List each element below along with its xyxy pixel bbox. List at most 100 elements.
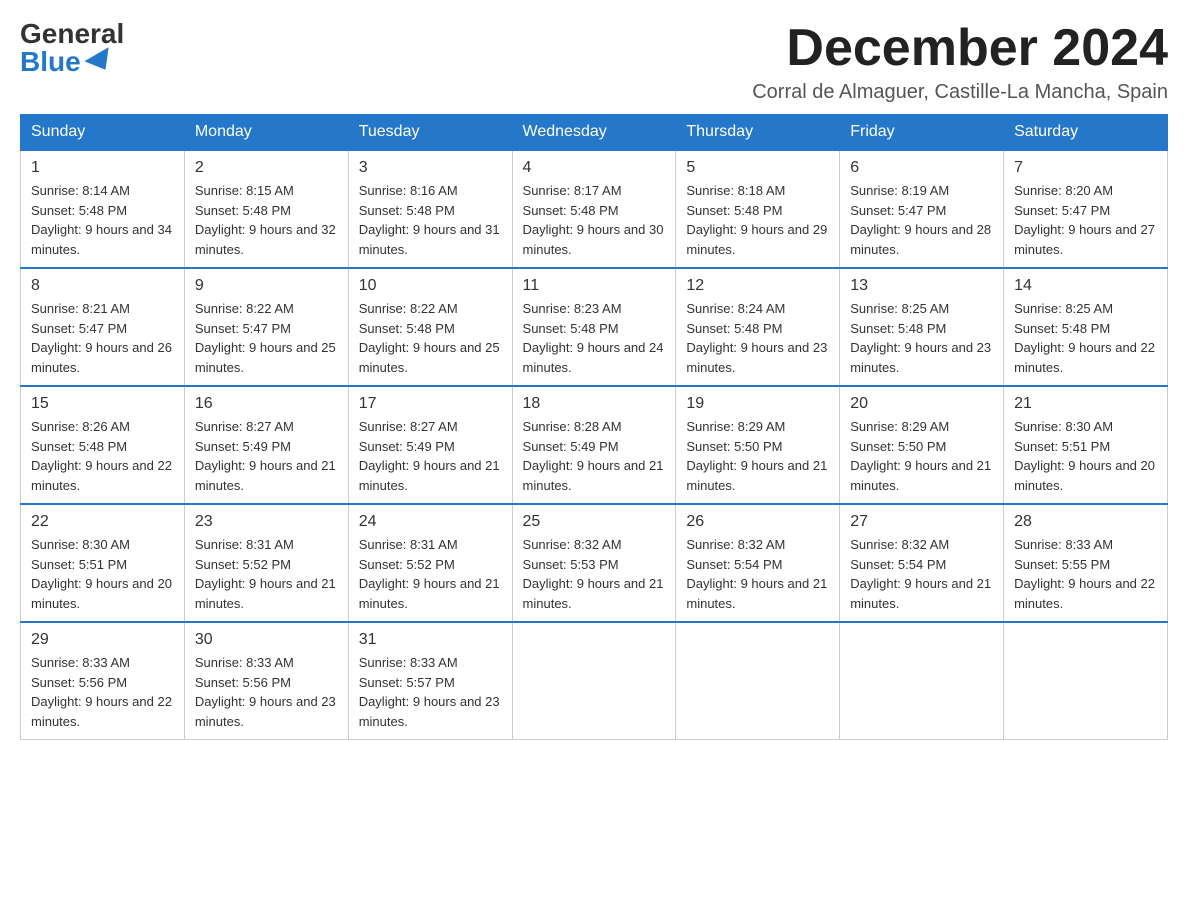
calendar-cell: 24 Sunrise: 8:31 AM Sunset: 5:52 PM Dayl…: [348, 504, 512, 622]
day-number: 4: [523, 159, 666, 177]
calendar-cell: 19 Sunrise: 8:29 AM Sunset: 5:50 PM Dayl…: [676, 386, 840, 504]
day-info: Sunrise: 8:24 AM Sunset: 5:48 PM Dayligh…: [686, 299, 829, 377]
day-info: Sunrise: 8:33 AM Sunset: 5:57 PM Dayligh…: [359, 653, 502, 731]
calendar-cell: 9 Sunrise: 8:22 AM Sunset: 5:47 PM Dayli…: [184, 268, 348, 386]
sunset-label: Sunset: 5:47 PM: [1014, 203, 1110, 218]
calendar-cell: 29 Sunrise: 8:33 AM Sunset: 5:56 PM Dayl…: [21, 622, 185, 740]
sunrise-label: Sunrise: 8:32 AM: [850, 537, 949, 552]
daylight-label: Daylight: 9 hours and 22 minutes.: [1014, 576, 1155, 611]
calendar-cell: 14 Sunrise: 8:25 AM Sunset: 5:48 PM Dayl…: [1004, 268, 1168, 386]
calendar-cell: 2 Sunrise: 8:15 AM Sunset: 5:48 PM Dayli…: [184, 150, 348, 268]
calendar-cell: 12 Sunrise: 8:24 AM Sunset: 5:48 PM Dayl…: [676, 268, 840, 386]
calendar-cell: 25 Sunrise: 8:32 AM Sunset: 5:53 PM Dayl…: [512, 504, 676, 622]
day-info: Sunrise: 8:33 AM Sunset: 5:56 PM Dayligh…: [195, 653, 338, 731]
logo-triangle-icon: [84, 47, 117, 77]
day-info: Sunrise: 8:31 AM Sunset: 5:52 PM Dayligh…: [359, 535, 502, 613]
day-number: 23: [195, 513, 338, 531]
sunset-label: Sunset: 5:52 PM: [359, 557, 455, 572]
sunrise-label: Sunrise: 8:27 AM: [359, 419, 458, 434]
day-number: 16: [195, 395, 338, 413]
sunset-label: Sunset: 5:47 PM: [195, 321, 291, 336]
calendar-week-5: 29 Sunrise: 8:33 AM Sunset: 5:56 PM Dayl…: [21, 622, 1168, 740]
daylight-label: Daylight: 9 hours and 21 minutes.: [523, 576, 664, 611]
day-info: Sunrise: 8:27 AM Sunset: 5:49 PM Dayligh…: [359, 417, 502, 495]
calendar-cell: 1 Sunrise: 8:14 AM Sunset: 5:48 PM Dayli…: [21, 150, 185, 268]
weekday-header-tuesday: Tuesday: [348, 115, 512, 151]
calendar-cell: 27 Sunrise: 8:32 AM Sunset: 5:54 PM Dayl…: [840, 504, 1004, 622]
daylight-label: Daylight: 9 hours and 23 minutes.: [359, 694, 500, 729]
sunrise-label: Sunrise: 8:29 AM: [850, 419, 949, 434]
calendar-header: SundayMondayTuesdayWednesdayThursdayFrid…: [21, 115, 1168, 151]
day-info: Sunrise: 8:21 AM Sunset: 5:47 PM Dayligh…: [31, 299, 174, 377]
sunset-label: Sunset: 5:48 PM: [195, 203, 291, 218]
day-number: 7: [1014, 159, 1157, 177]
calendar-cell: 28 Sunrise: 8:33 AM Sunset: 5:55 PM Dayl…: [1004, 504, 1168, 622]
sunrise-label: Sunrise: 8:30 AM: [31, 537, 130, 552]
day-number: 19: [686, 395, 829, 413]
day-number: 13: [850, 277, 993, 295]
daylight-label: Daylight: 9 hours and 21 minutes.: [850, 576, 991, 611]
sunrise-label: Sunrise: 8:25 AM: [1014, 301, 1113, 316]
daylight-label: Daylight: 9 hours and 25 minutes.: [195, 340, 336, 375]
sunset-label: Sunset: 5:49 PM: [195, 439, 291, 454]
daylight-label: Daylight: 9 hours and 22 minutes.: [31, 694, 172, 729]
day-number: 10: [359, 277, 502, 295]
calendar-cell: [840, 622, 1004, 740]
day-number: 24: [359, 513, 502, 531]
daylight-label: Daylight: 9 hours and 23 minutes.: [195, 694, 336, 729]
sunset-label: Sunset: 5:48 PM: [359, 321, 455, 336]
sunrise-label: Sunrise: 8:16 AM: [359, 183, 458, 198]
calendar-week-3: 15 Sunrise: 8:26 AM Sunset: 5:48 PM Dayl…: [21, 386, 1168, 504]
weekday-header-thursday: Thursday: [676, 115, 840, 151]
day-number: 12: [686, 277, 829, 295]
calendar-cell: [676, 622, 840, 740]
day-info: Sunrise: 8:17 AM Sunset: 5:48 PM Dayligh…: [523, 181, 666, 259]
calendar-cell: 7 Sunrise: 8:20 AM Sunset: 5:47 PM Dayli…: [1004, 150, 1168, 268]
daylight-label: Daylight: 9 hours and 21 minutes.: [195, 458, 336, 493]
day-number: 18: [523, 395, 666, 413]
calendar-table: SundayMondayTuesdayWednesdayThursdayFrid…: [20, 114, 1168, 740]
daylight-label: Daylight: 9 hours and 21 minutes.: [686, 458, 827, 493]
day-number: 5: [686, 159, 829, 177]
day-info: Sunrise: 8:29 AM Sunset: 5:50 PM Dayligh…: [686, 417, 829, 495]
sunset-label: Sunset: 5:47 PM: [850, 203, 946, 218]
calendar-cell: 17 Sunrise: 8:27 AM Sunset: 5:49 PM Dayl…: [348, 386, 512, 504]
calendar-week-4: 22 Sunrise: 8:30 AM Sunset: 5:51 PM Dayl…: [21, 504, 1168, 622]
daylight-label: Daylight: 9 hours and 20 minutes.: [1014, 458, 1155, 493]
weekday-header-wednesday: Wednesday: [512, 115, 676, 151]
sunset-label: Sunset: 5:48 PM: [850, 321, 946, 336]
daylight-label: Daylight: 9 hours and 31 minutes.: [359, 222, 500, 257]
sunrise-label: Sunrise: 8:24 AM: [686, 301, 785, 316]
logo: General Blue: [20, 20, 124, 76]
calendar-cell: 13 Sunrise: 8:25 AM Sunset: 5:48 PM Dayl…: [840, 268, 1004, 386]
sunset-label: Sunset: 5:56 PM: [195, 675, 291, 690]
day-number: 25: [523, 513, 666, 531]
sunrise-label: Sunrise: 8:17 AM: [523, 183, 622, 198]
daylight-label: Daylight: 9 hours and 23 minutes.: [686, 340, 827, 375]
sunrise-label: Sunrise: 8:22 AM: [195, 301, 294, 316]
day-info: Sunrise: 8:33 AM Sunset: 5:55 PM Dayligh…: [1014, 535, 1157, 613]
calendar-cell: 26 Sunrise: 8:32 AM Sunset: 5:54 PM Dayl…: [676, 504, 840, 622]
weekday-header-friday: Friday: [840, 115, 1004, 151]
day-info: Sunrise: 8:25 AM Sunset: 5:48 PM Dayligh…: [1014, 299, 1157, 377]
day-info: Sunrise: 8:33 AM Sunset: 5:56 PM Dayligh…: [31, 653, 174, 731]
sunrise-label: Sunrise: 8:23 AM: [523, 301, 622, 316]
calendar-cell: 18 Sunrise: 8:28 AM Sunset: 5:49 PM Dayl…: [512, 386, 676, 504]
calendar-cell: 23 Sunrise: 8:31 AM Sunset: 5:52 PM Dayl…: [184, 504, 348, 622]
day-info: Sunrise: 8:29 AM Sunset: 5:50 PM Dayligh…: [850, 417, 993, 495]
sunset-label: Sunset: 5:51 PM: [31, 557, 127, 572]
daylight-label: Daylight: 9 hours and 28 minutes.: [850, 222, 991, 257]
sunrise-label: Sunrise: 8:33 AM: [31, 655, 130, 670]
sunset-label: Sunset: 5:53 PM: [523, 557, 619, 572]
sunset-label: Sunset: 5:55 PM: [1014, 557, 1110, 572]
sunrise-label: Sunrise: 8:19 AM: [850, 183, 949, 198]
day-number: 15: [31, 395, 174, 413]
daylight-label: Daylight: 9 hours and 20 minutes.: [31, 576, 172, 611]
weekday-header-monday: Monday: [184, 115, 348, 151]
calendar-cell: [512, 622, 676, 740]
sunset-label: Sunset: 5:48 PM: [31, 439, 127, 454]
calendar-cell: 30 Sunrise: 8:33 AM Sunset: 5:56 PM Dayl…: [184, 622, 348, 740]
sunset-label: Sunset: 5:54 PM: [686, 557, 782, 572]
sunset-label: Sunset: 5:48 PM: [31, 203, 127, 218]
day-number: 20: [850, 395, 993, 413]
